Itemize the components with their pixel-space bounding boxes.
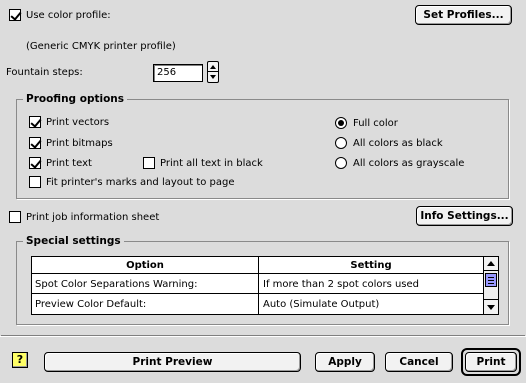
column-header-setting[interactable]: Setting xyxy=(259,260,483,272)
fit-printers-marks-label: Fit printer's marks and layout to page xyxy=(46,177,235,188)
special-settings-table[interactable]: Option Setting Spot Color Separations Wa… xyxy=(31,256,499,315)
print-job-info-checkbox[interactable] xyxy=(9,211,21,223)
row-option-cell: Spot Color Separations Warning: xyxy=(35,279,198,290)
grip-line xyxy=(488,283,494,284)
fountain-steps-label: Fountain steps: xyxy=(6,67,83,78)
print-job-info-label: Print job information sheet xyxy=(26,212,160,223)
print-preview-button[interactable]: Print Preview xyxy=(44,352,301,372)
scroll-down-button[interactable] xyxy=(484,299,498,314)
all-colors-black-radio[interactable] xyxy=(335,137,347,149)
help-button[interactable]: ? xyxy=(12,352,28,368)
print-button[interactable]: Print xyxy=(465,352,517,372)
print-bitmaps-label: Print bitmaps xyxy=(46,138,113,149)
main-options-area: Use color profile: Set Profiles... (Gene… xyxy=(1,1,525,336)
all-colors-black-label: All colors as black xyxy=(353,138,443,149)
row-option-cell: Preview Color Default: xyxy=(35,299,147,310)
fit-printers-marks-checkbox[interactable] xyxy=(29,176,41,188)
arrow-up-icon xyxy=(487,261,495,266)
proofing-options-title: Proofing options xyxy=(23,93,128,105)
chevron-up-icon xyxy=(210,65,216,69)
stepper-down-arrow[interactable] xyxy=(208,72,218,82)
profile-name-text: (Generic CMYK printer profile) xyxy=(26,41,176,52)
set-profiles-button[interactable]: Set Profiles... xyxy=(415,5,512,25)
print-text-checkbox[interactable] xyxy=(29,157,41,169)
print-text-label: Print text xyxy=(46,158,92,169)
use-color-profile-checkbox[interactable] xyxy=(9,9,21,21)
arrow-down-icon xyxy=(487,305,495,310)
all-colors-grayscale-label: All colors as grayscale xyxy=(353,158,465,169)
grip-line xyxy=(488,280,494,281)
grip-line xyxy=(488,277,494,278)
fountain-steps-stepper[interactable] xyxy=(207,61,219,83)
print-vectors-checkbox[interactable] xyxy=(29,116,41,128)
full-color-label: Full color xyxy=(353,118,398,129)
print-all-text-black-label: Print all text in black xyxy=(160,158,263,169)
scroll-thumb[interactable] xyxy=(485,273,497,287)
cancel-button[interactable]: Cancel xyxy=(385,352,453,372)
print-bitmaps-checkbox[interactable] xyxy=(29,137,41,149)
info-settings-button[interactable]: Info Settings... xyxy=(416,206,513,226)
special-settings-title: Special settings xyxy=(23,235,124,247)
stepper-up-arrow[interactable] xyxy=(208,62,218,72)
fountain-steps-input[interactable]: 256 xyxy=(153,64,203,82)
print-options-panel: Use color profile: Set Profiles... (Gene… xyxy=(0,0,526,383)
use-color-profile-label: Use color profile: xyxy=(26,10,111,21)
bottom-button-bar: ? Print Preview Apply Cancel Print xyxy=(0,336,526,383)
row-setting-cell[interactable]: If more than 2 spot colors used xyxy=(263,279,419,291)
table-scrollbar[interactable] xyxy=(483,257,498,314)
full-color-radio[interactable] xyxy=(335,117,347,129)
row-setting-cell[interactable]: Auto (Simulate Output) xyxy=(263,299,379,311)
all-colors-grayscale-radio[interactable] xyxy=(335,157,347,169)
scroll-up-button[interactable] xyxy=(484,257,498,271)
help-icon: ? xyxy=(16,353,24,366)
chevron-down-icon xyxy=(210,75,216,79)
print-all-text-black-checkbox[interactable] xyxy=(143,157,155,169)
print-vectors-label: Print vectors xyxy=(46,117,110,128)
apply-button[interactable]: Apply xyxy=(315,352,375,372)
column-header-option[interactable]: Option xyxy=(32,260,258,272)
